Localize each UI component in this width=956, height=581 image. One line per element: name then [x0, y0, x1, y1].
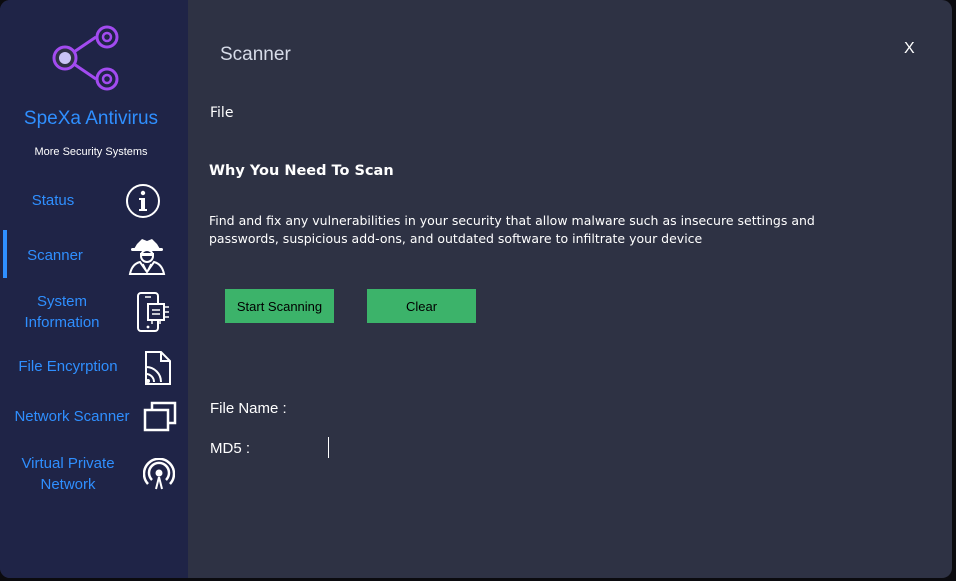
start-scanning-button[interactable]: Start Scanning	[225, 289, 334, 323]
windows-stack-icon	[143, 401, 177, 432]
page-title: Scanner	[220, 44, 291, 65]
sidebar-item-label: Network Scanner	[14, 408, 130, 425]
sidebar-item-label: Status	[31, 192, 75, 209]
spy-icon	[128, 239, 166, 275]
app-name: SpeXa Antivirus	[23, 108, 159, 129]
file-name-label: File Name :	[210, 400, 287, 417]
sidebar: SpeXa Antivirus More Security Systems St…	[0, 0, 188, 578]
sidebar-item-status[interactable]: Status	[0, 176, 188, 224]
text-caret	[328, 437, 329, 458]
file-label: File	[210, 105, 234, 121]
sidebar-item-label: Scanner	[27, 247, 83, 264]
sidebar-item-file-encryption[interactable]: File Encyrption	[0, 345, 188, 393]
sidebar-item-label: File Encyrption	[18, 358, 118, 375]
md5-label: MD5 :	[210, 440, 251, 457]
device-chip-icon	[137, 292, 169, 332]
sidebar-item-network-scanner[interactable]: Network Scanner	[0, 394, 188, 442]
sidebar-item-label: System Information	[24, 293, 100, 331]
broadcast-icon	[143, 458, 175, 490]
sidebar-item-vpn[interactable]: Virtual Private Network	[0, 452, 188, 498]
active-indicator	[3, 230, 7, 278]
section-heading: Why You Need To Scan	[209, 163, 394, 179]
description-text: Find and fix any vulnerabilities in your…	[209, 213, 815, 246]
app-window: SpeXa Antivirus More Security Systems St…	[0, 0, 952, 578]
file-signal-icon	[145, 351, 171, 385]
app-tagline: More Security Systems	[34, 146, 148, 158]
clear-button[interactable]: Clear	[367, 289, 476, 323]
info-icon	[126, 184, 160, 218]
sidebar-item-system-information[interactable]: System Information	[0, 288, 188, 340]
sidebar-item-label: Virtual Private Network	[21, 455, 115, 493]
sidebar-item-scanner[interactable]: Scanner	[0, 230, 188, 278]
close-button[interactable]: X	[904, 40, 915, 58]
share-network-logo-icon	[52, 25, 119, 91]
